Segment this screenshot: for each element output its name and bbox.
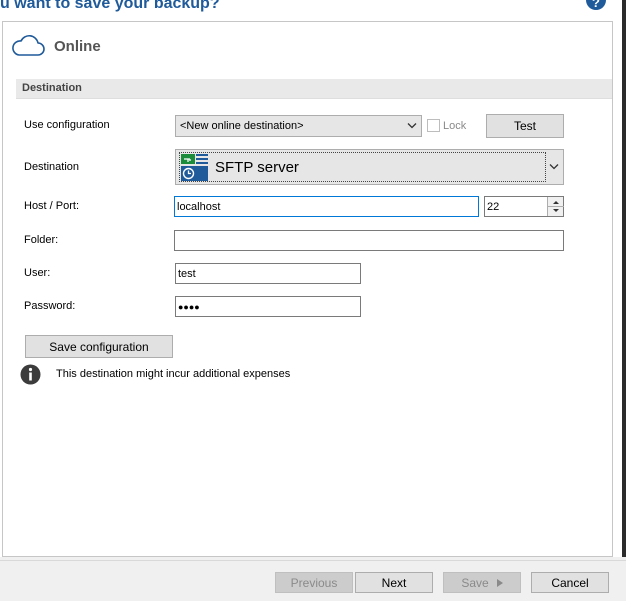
cancel-button[interactable]: Cancel xyxy=(531,572,609,593)
password-input[interactable]: ●●●● xyxy=(175,296,361,317)
destination-select[interactable]: SFTP server xyxy=(175,149,564,185)
save-button-label: Save xyxy=(461,575,489,590)
save-button[interactable]: Save xyxy=(443,572,521,593)
wizard-header-title: u want to save your backup? xyxy=(0,0,220,12)
folder-input[interactable] xyxy=(174,230,564,251)
user-label: User: xyxy=(24,267,51,279)
password-label: Password: xyxy=(24,300,76,312)
section-title: Destination xyxy=(22,82,82,94)
save-configuration-button[interactable]: Save configuration xyxy=(25,335,173,358)
lock-label: Lock xyxy=(443,120,467,132)
use-configuration-select[interactable]: <New online destination> xyxy=(175,115,422,137)
cloud-icon xyxy=(11,33,45,62)
help-icon[interactable]: ? xyxy=(586,0,606,10)
window-edge xyxy=(622,0,626,557)
user-input[interactable]: test xyxy=(175,263,361,284)
port-value: 22 xyxy=(487,200,500,213)
destination-value: SFTP server xyxy=(215,158,299,176)
sftp-server-icon xyxy=(180,152,210,182)
chevron-right-icon xyxy=(496,578,503,587)
info-icon xyxy=(20,364,41,388)
host-port-label: Host / Port: xyxy=(24,200,80,212)
use-configuration-value: <New online destination> xyxy=(180,120,304,132)
chevron-down-icon xyxy=(549,162,559,173)
stepper-arrows-icon[interactable] xyxy=(547,197,564,216)
next-button[interactable]: Next xyxy=(355,572,433,593)
previous-button[interactable]: Previous xyxy=(275,572,353,593)
destination-label: Destination xyxy=(24,161,80,173)
section-header xyxy=(16,79,612,99)
online-panel xyxy=(2,21,613,557)
chevron-down-icon xyxy=(407,121,417,132)
test-button[interactable]: Test xyxy=(486,114,564,138)
footer-divider xyxy=(0,560,626,561)
port-stepper[interactable]: 22 xyxy=(484,196,564,217)
svg-text:?: ? xyxy=(592,0,600,10)
host-input[interactable]: localhost xyxy=(174,196,479,217)
lock-checkbox[interactable] xyxy=(427,119,440,132)
folder-label: Folder: xyxy=(24,234,59,246)
use-configuration-label: Use configuration xyxy=(24,119,110,131)
info-text: This destination might incur additional … xyxy=(56,368,291,380)
panel-title: Online xyxy=(54,38,101,55)
